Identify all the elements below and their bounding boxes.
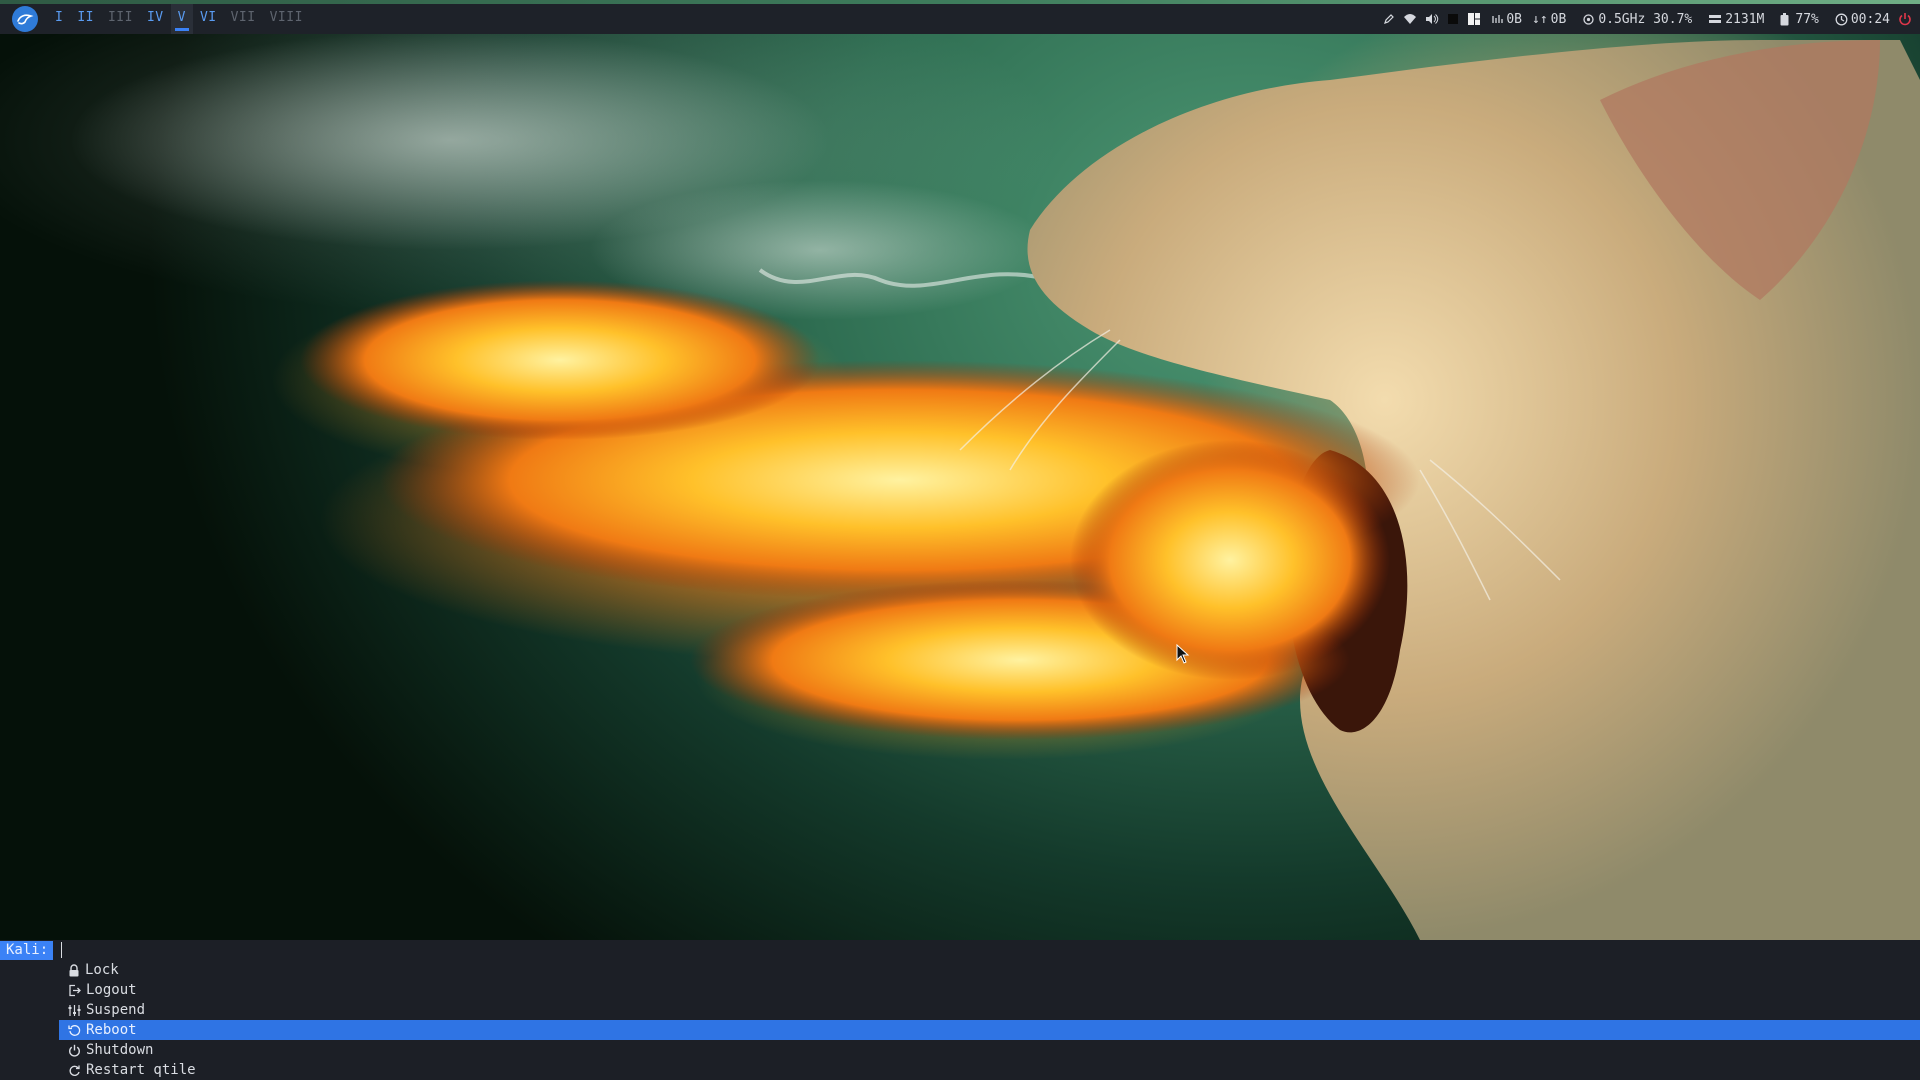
memory-widget: 2131M <box>1708 12 1764 27</box>
group-7[interactable]: VII <box>224 4 263 34</box>
desktop-wallpaper <box>0 0 1920 1080</box>
mouse-cursor-icon <box>1176 643 1190 668</box>
battery-widget: 77% <box>1780 11 1819 27</box>
power-menu-list: Lock Logout Suspend Reboot Shutdown Rest… <box>0 960 1920 1080</box>
menu-item-suspend[interactable]: Suspend <box>0 1000 1920 1020</box>
clock-value: 00:24 <box>1850 11 1890 27</box>
network-icon <box>1492 15 1503 23</box>
net-down-widget: 0B <box>1491 12 1522 27</box>
menu-item-label: Restart qtile <box>86 1062 196 1078</box>
logout-icon <box>69 984 81 996</box>
battery-icon <box>1780 12 1789 25</box>
net-up-value: 0B <box>1550 11 1567 27</box>
shutdown-icon <box>69 1044 80 1057</box>
power-icon[interactable] <box>1898 12 1912 26</box>
clock-icon <box>1835 13 1848 25</box>
menu-item-label: Reboot <box>86 1022 137 1038</box>
black-square-icon <box>1447 13 1459 25</box>
group-6[interactable]: VI <box>193 4 224 34</box>
group-1[interactable]: I <box>48 4 70 34</box>
memory-icon <box>1709 15 1722 23</box>
suspend-icon <box>68 1004 81 1016</box>
menu-item-label: Suspend <box>86 1002 146 1018</box>
memory-value: 2131M <box>1725 11 1765 27</box>
net-up-widget: ↓↑ 0B <box>1532 12 1566 27</box>
cpu-widget: 0.5GHz 30.7% <box>1582 12 1692 27</box>
cpu-value: 0.5GHz 30.7% <box>1598 11 1693 27</box>
menu-item-lock[interactable]: Lock <box>0 960 1920 980</box>
cpu-icon <box>1583 13 1594 25</box>
prompt-input[interactable] <box>61 942 362 958</box>
menu-item-label: Lock <box>85 962 119 978</box>
group-4[interactable]: IV <box>140 4 171 34</box>
menu-item-label: Logout <box>86 982 137 998</box>
restart-icon <box>69 1065 80 1076</box>
wifi-icon[interactable] <box>1403 13 1417 25</box>
prompt-line: Kali: <box>0 940 362 960</box>
menu-item-shutdown[interactable]: Shutdown <box>0 1040 1920 1060</box>
power-menu-prompt: Kali: Lock Logout Suspend Reboot Shutdow… <box>0 940 1920 1080</box>
updown-arrows-icon: ↓↑ <box>1532 11 1548 27</box>
lock-icon <box>69 963 79 976</box>
battery-value: 77% <box>1795 11 1819 27</box>
net-down-value: 0B <box>1506 11 1522 27</box>
wallpaper-artwork <box>70 30 1920 940</box>
layout-icon[interactable] <box>1467 12 1481 26</box>
menu-item-label: Shutdown <box>86 1042 154 1058</box>
prompt-label: Kali: <box>0 940 54 960</box>
group-8[interactable]: VIII <box>263 4 310 34</box>
status-area: 0B ↓↑ 0B 0.5GHz 30.7% 2131M 77% 00:24 <box>1375 4 1920 34</box>
group-2[interactable]: II <box>70 4 101 34</box>
group-3[interactable]: III <box>101 4 140 34</box>
volume-icon[interactable] <box>1425 13 1439 25</box>
menu-item-restart-qtile[interactable]: Restart qtile <box>0 1060 1920 1080</box>
menu-item-reboot[interactable]: Reboot <box>59 1020 1920 1040</box>
clock-widget[interactable]: 00:24 <box>1835 12 1890 27</box>
menu-item-logout[interactable]: Logout <box>0 980 1920 1000</box>
reboot-icon <box>68 1024 81 1036</box>
kali-dragon-icon[interactable] <box>12 6 38 32</box>
workspace-groups: I II III IV V VI VII VIII <box>48 4 310 34</box>
top-bar: I II III IV V VI VII VIII 0B ↓↑ 0B 0.5GH… <box>0 4 1920 34</box>
pencil-icon[interactable] <box>1383 13 1395 25</box>
group-5[interactable]: V <box>170 4 193 34</box>
